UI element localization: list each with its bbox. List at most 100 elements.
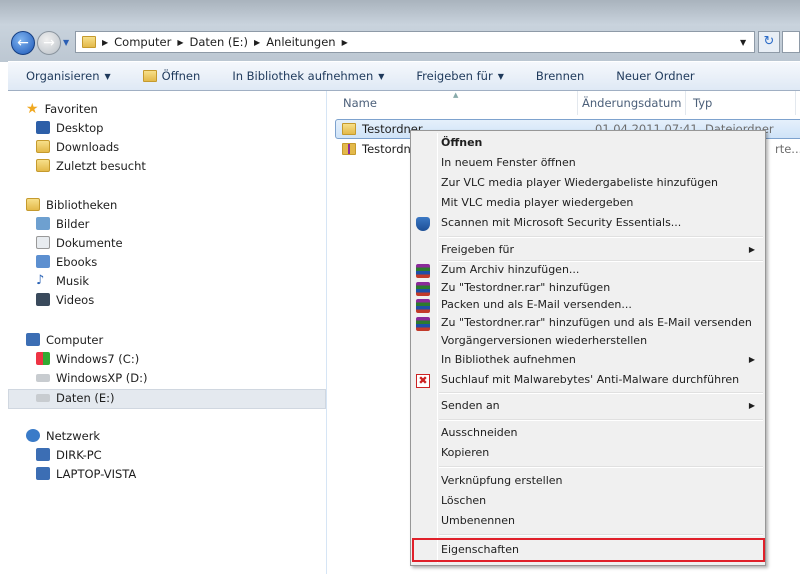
submenu-arrow-icon: ▶ [748,245,755,254]
menu-item-vlc-playlist[interactable]: Zur VLC media player Wiedergabeliste hin… [441,174,718,192]
nav-dirk-pc[interactable]: DIRK-PC [36,445,102,464]
submenu-arrow-icon: ▶ [748,355,755,364]
nav-label: Videos [56,292,95,307]
winrar-icon [416,317,430,331]
menu-item-add-archive[interactable]: Zum Archiv hinzufügen... [441,261,579,279]
nav-music[interactable]: ♪ Musik [36,271,89,290]
open-button[interactable]: Öffnen [125,69,215,83]
winrar-icon [416,264,430,278]
menu-gutter [437,133,438,563]
security-essentials-icon [416,217,430,231]
nav-label: Desktop [56,120,104,135]
menu-item-create-shortcut[interactable]: Verknüpfung erstellen [441,472,563,490]
breadcrumb-chevron-icon[interactable]: ▶ [102,38,108,47]
menu-item-malwarebytes[interactable]: Suchlauf mit Malwarebytes' Anti-Malware … [441,371,739,389]
navigation-pane: ★ Favoriten Desktop Downloads Zuletzt bes… [8,91,327,574]
nav-computer[interactable]: Computer [26,330,103,349]
menu-item-include-library[interactable]: In Bibliothek aufnehmen [441,351,576,369]
network-computer-icon [36,467,50,480]
file-type: rte... [775,142,800,156]
drive-icon [36,373,50,382]
nav-recent[interactable]: Zuletzt besucht [36,156,146,175]
menu-separator [439,466,763,468]
breadcrumb-chevron-icon[interactable]: ▶ [254,38,260,47]
menu-item-vlc-play[interactable]: Mit VLC media player wiedergeben [441,194,633,212]
refresh-button[interactable]: ↻ [758,31,780,53]
menu-item-open[interactable]: Öffnen [441,134,482,152]
nav-drive-d[interactable]: WindowsXP (D:) [36,368,148,387]
nav-videos[interactable]: Videos [36,290,94,309]
folder-icon [82,36,96,48]
nav-network[interactable]: Netzwerk [26,426,100,445]
open-folder-icon [142,70,157,82]
nav-favorites[interactable]: ★ Favoriten [26,99,98,118]
breadcrumb-chevron-icon[interactable]: ▶ [177,38,183,47]
chevron-down-icon: ▼ [497,71,504,81]
nav-laptop-vista[interactable]: LAPTOP-VISTA [36,464,136,483]
nav-label: Musik [56,273,90,288]
breadcrumb-anleitungen[interactable]: Anleitungen [266,35,335,49]
menu-item-cut[interactable]: Ausschneiden [441,424,518,442]
menu-item-properties[interactable]: Eigenschaften [441,541,519,559]
menu-item-send-to[interactable]: Senden an [441,397,500,415]
zip-folder-icon [342,143,356,155]
nav-desktop[interactable]: Desktop [36,118,103,137]
menu-item-share[interactable]: Freigeben für [441,241,514,259]
nav-label: Daten (E:) [56,390,115,405]
nav-downloads[interactable]: Downloads [36,137,119,156]
column-divider[interactable] [577,91,578,115]
nav-label: Windows7 (C:) [56,351,140,366]
videos-icon [36,293,50,306]
malwarebytes-icon: ✖ [416,374,430,388]
new-folder-button[interactable]: Neuer Ordner [598,69,708,83]
menu-item-pack-email[interactable]: Packen und als E-Mail versenden... [441,296,632,314]
nav-label: Dokumente [56,235,123,250]
menu-item-add-rar-email[interactable]: Zu "Testordner.rar" hinzufügen und als E… [441,314,752,332]
share-button[interactable]: Freigeben für ▼ [398,69,517,83]
nav-drive-e[interactable]: Daten (E:) [36,388,115,407]
menu-separator [439,534,763,536]
open-label: Öffnen [161,69,201,83]
column-header-type[interactable]: Typ [693,96,712,110]
nav-pictures[interactable]: Bilder [36,214,89,233]
burn-button[interactable]: Brennen [518,69,598,83]
nav-label: Downloads [56,139,120,154]
nav-libraries[interactable]: Bibliotheken [26,195,117,214]
organize-label: Organisieren [26,69,100,83]
menu-item-add-rar[interactable]: Zu "Testordner.rar" hinzufügen [441,279,610,297]
column-divider[interactable] [685,91,686,115]
new-folder-label: Neuer Ordner [616,69,695,83]
breadcrumb-chevron-icon[interactable]: ▶ [342,38,348,47]
address-bar[interactable]: ▶ Computer ▶ Daten (E:) ▶ Anleitungen ▶ [75,31,755,53]
menu-item-mse-scan[interactable]: Scannen mit Microsoft Security Essential… [441,214,681,232]
nav-ebooks[interactable]: Ebooks [36,252,97,271]
column-header-name[interactable]: Name [343,96,377,110]
search-input[interactable] [782,31,800,53]
nav-label: Zuletzt besucht [56,158,146,173]
arrow-left-icon: ← [17,35,29,51]
share-label: Freigeben für [416,69,493,83]
breadcrumb-computer[interactable]: Computer [114,35,171,49]
organize-button[interactable]: Organisieren ▼ [8,69,125,83]
column-divider[interactable] [795,91,796,115]
computer-icon [26,333,40,346]
include-library-button[interactable]: In Bibliothek aufnehmen ▼ [214,69,398,83]
winrar-icon [416,299,430,313]
nav-drive-c[interactable]: Windows7 (C:) [36,349,139,368]
menu-item-rename[interactable]: Umbenennen [441,512,515,530]
network-computer-icon [36,448,50,461]
nav-label: DIRK-PC [56,447,102,462]
nav-documents[interactable]: Dokumente [36,233,123,252]
recent-pages-dropdown[interactable]: ▼ [63,38,69,47]
breadcrumb-daten[interactable]: Daten (E:) [189,35,248,49]
folder-icon [342,123,356,135]
menu-item-open-new-window[interactable]: In neuem Fenster öffnen [441,154,576,172]
back-button[interactable]: ← [11,31,35,55]
forward-button[interactable]: → [37,31,61,55]
pictures-icon [36,217,50,230]
address-dropdown[interactable]: ▼ [740,38,746,47]
menu-item-delete[interactable]: Löschen [441,492,486,510]
menu-item-copy[interactable]: Kopieren [441,444,489,462]
column-header-date[interactable]: Änderungsdatum [582,96,681,110]
menu-item-previous-versions[interactable]: Vorgängerversionen wiederherstellen [441,332,647,350]
